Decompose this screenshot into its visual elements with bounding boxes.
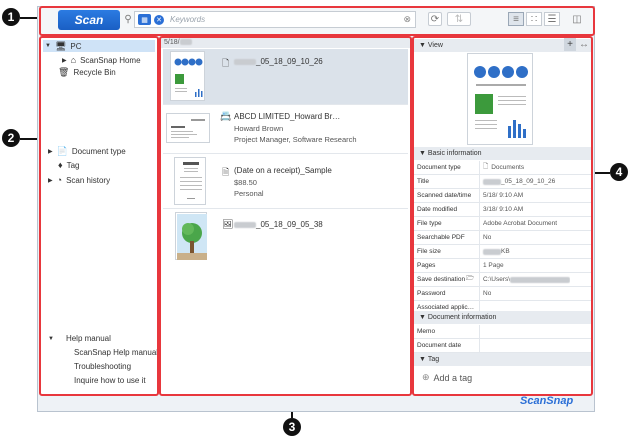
- callout-4: 4: [610, 163, 628, 181]
- callout-1: 1: [2, 8, 20, 26]
- content-list-highlight: [159, 36, 412, 396]
- callout-4-line: [593, 172, 610, 174]
- callout-3: 3: [283, 418, 301, 436]
- callout-2: 2: [2, 129, 20, 147]
- toolbar-highlight: [39, 6, 595, 36]
- right-panel-highlight: [412, 36, 593, 396]
- scansnap-logo: ScanSnap: [520, 395, 574, 407]
- left-panel-highlight: [39, 36, 159, 396]
